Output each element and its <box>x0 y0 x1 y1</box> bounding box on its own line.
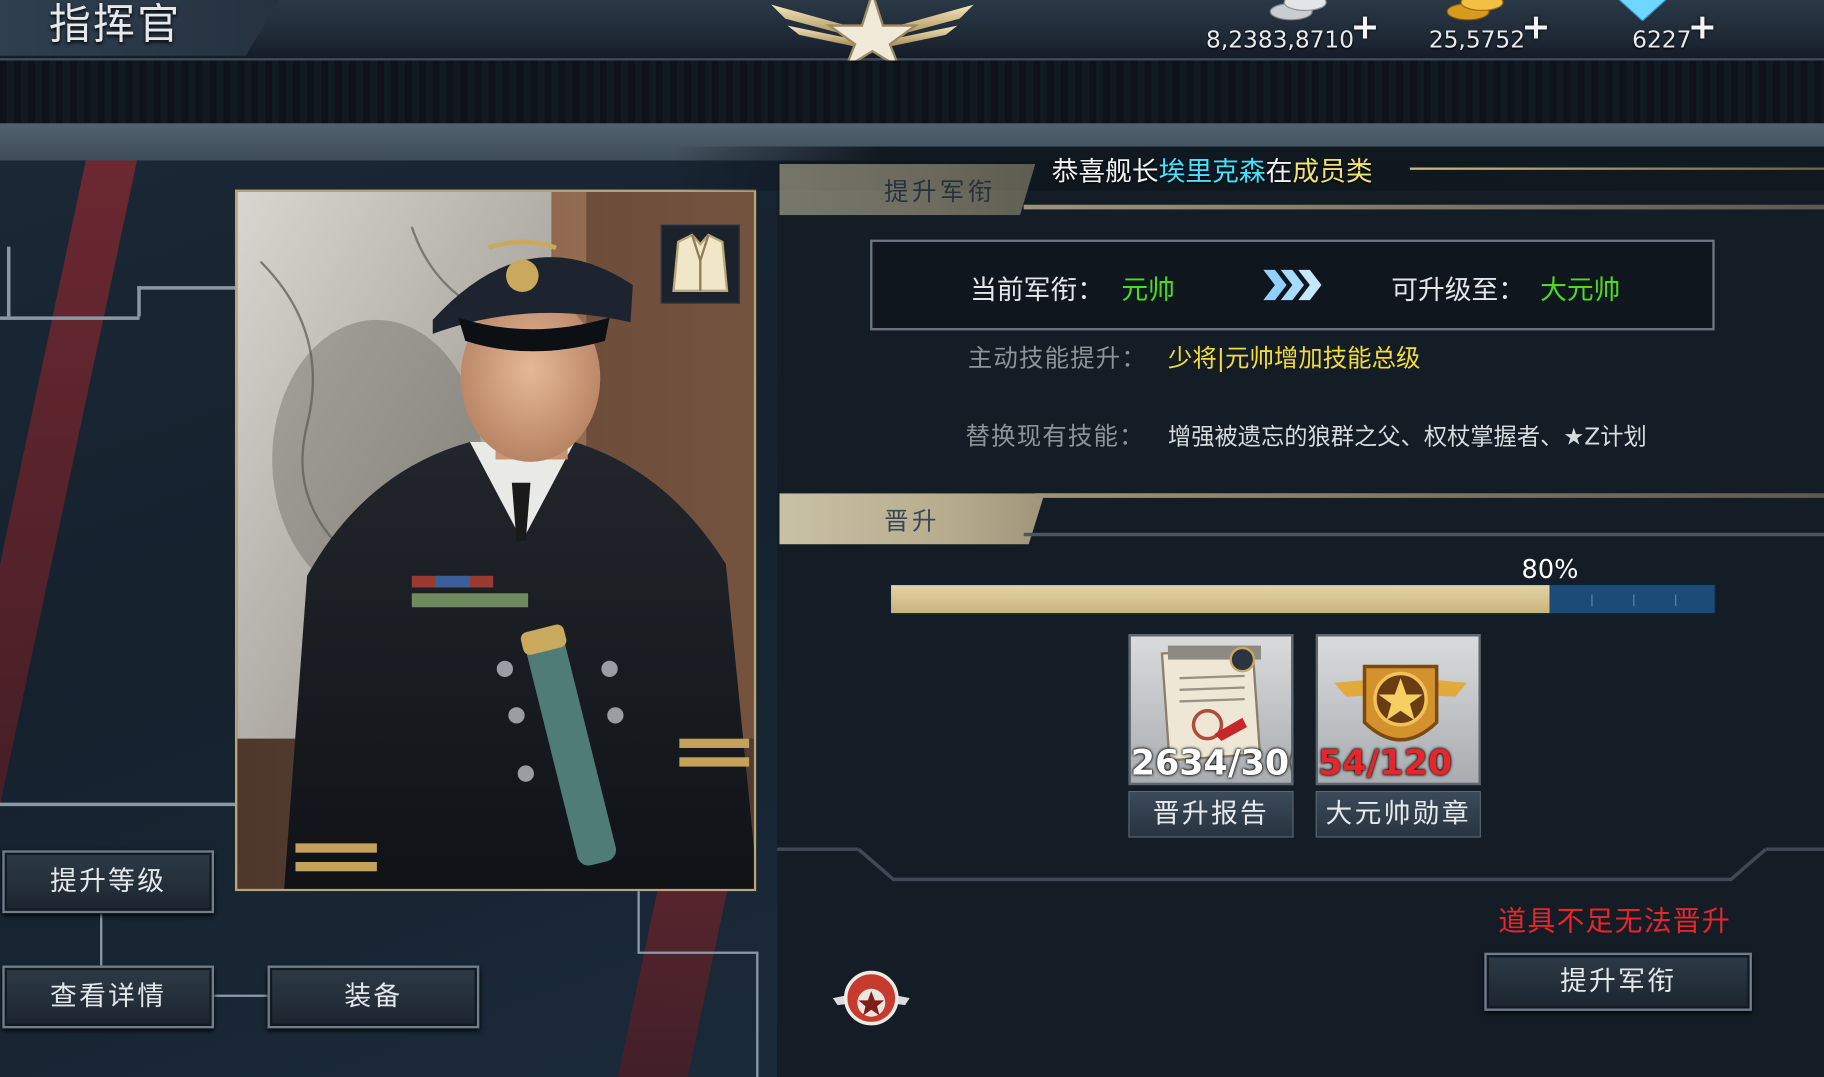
rank-section-title: 提升军衔 <box>884 177 996 206</box>
next-rank-value: 大元帅 <box>1540 275 1621 306</box>
progress-tick <box>1591 594 1593 607</box>
gold-coins-icon <box>1446 0 1504 21</box>
decor-wire <box>214 994 268 997</box>
announcement-player-name: 埃里克森 <box>1158 157 1266 188</box>
panel-frame <box>777 847 1824 882</box>
skill-upgrade-label: 主动技能提升： <box>967 344 1147 373</box>
gold-add-icon[interactable]: + <box>1521 7 1550 48</box>
current-rank-value: 元帅 <box>1121 275 1175 306</box>
silver-add-icon[interactable]: + <box>1350 7 1379 48</box>
announcement-prefix: 恭喜舰长 <box>1051 157 1159 188</box>
decor-wire <box>0 316 140 320</box>
medal-label: 大元帅勋章 <box>1315 791 1481 838</box>
decor-wire <box>756 951 759 1077</box>
current-rank-label: 当前军衔： <box>970 275 1104 306</box>
decor-wire <box>0 246 11 317</box>
announcement-text: 恭喜舰长埃里克森在成员类 <box>1052 149 1373 189</box>
progress-tick <box>1675 594 1677 607</box>
decor-wire <box>100 912 103 966</box>
triple-chevron-right-icon <box>1263 269 1322 301</box>
uniform-jacket-icon <box>672 233 729 292</box>
gold-value: 25,5752 <box>1428 25 1526 54</box>
promote-section-title: 晋升 <box>884 507 940 536</box>
decor-wire <box>637 951 757 954</box>
diamond-value: 6227 <box>1632 25 1692 54</box>
view-details-button[interactable]: 查看详情 <box>2 965 215 1029</box>
announcement-tail: 成员类 <box>1292 157 1373 188</box>
decor-wire <box>137 286 235 290</box>
diamond-icon <box>1618 0 1667 21</box>
equipment-button[interactable]: 装备 <box>267 965 480 1029</box>
progress-tick <box>1633 594 1635 607</box>
grand-marshal-medal-item[interactable]: 54/120 <box>1315 633 1481 786</box>
outfit-button[interactable] <box>660 224 740 304</box>
gold-resource[interactable]: 25,5752 + <box>1410 0 1555 58</box>
promote-rank-button[interactable]: 提升军衔 <box>1484 952 1752 1011</box>
promotion-progress-bar <box>889 583 1716 615</box>
page-title: 指挥官 <box>48 1 182 49</box>
silver-resource[interactable]: 8,2383,8710 + <box>1198 0 1384 58</box>
diamond-add-icon[interactable]: + <box>1688 7 1717 48</box>
diamond-resource[interactable]: 6227 + <box>1605 0 1721 58</box>
promotion-progress-fill <box>891 585 1550 614</box>
commander-screen: 指挥官 8,2383,8710 + 25,5752 + 6227 + 提升等级 … <box>0 0 1824 1077</box>
promotion-report-item[interactable]: 2634/300 <box>1128 633 1294 786</box>
skill-upgrade-value: 少将|元帅增加技能总级 <box>1167 344 1421 373</box>
announcement-middle: 在 <box>1265 157 1293 188</box>
skill-replace-value: 增强被遗忘的狼群之父、权杖掌握者、★Z计划 <box>1167 422 1647 451</box>
medal-count: 54/120 <box>1317 743 1453 785</box>
promote-section-header: 晋升 <box>779 493 1045 545</box>
section-divider <box>1023 204 1824 210</box>
decor-wire <box>137 286 141 317</box>
announcement-line <box>1409 167 1824 170</box>
promotion-report-label: 晋升报告 <box>1128 791 1294 838</box>
next-rank-label: 可升级至： <box>1391 275 1526 306</box>
silver-value: 8,2383,8710 <box>1206 25 1355 54</box>
skill-replace-label: 替换现有技能： <box>965 422 1145 451</box>
silver-coins-icon <box>1269 0 1327 21</box>
rank-badge-icon <box>832 970 910 1026</box>
promotion-report-count: 2634/300 <box>1130 743 1292 785</box>
progress-percent: 80% <box>1521 556 1579 586</box>
section-divider <box>1023 532 1824 537</box>
upgrade-level-button[interactable]: 提升等级 <box>2 850 215 914</box>
header-band <box>0 60 1824 124</box>
decor-wire <box>0 802 235 807</box>
star-wings-emblem-icon <box>771 0 974 68</box>
section-divider <box>1035 493 1824 498</box>
insufficient-items-warning: 道具不足无法晋升 <box>1498 905 1731 938</box>
decor-wire <box>637 891 640 952</box>
rank-section-header: 提升军衔 <box>779 164 1036 216</box>
